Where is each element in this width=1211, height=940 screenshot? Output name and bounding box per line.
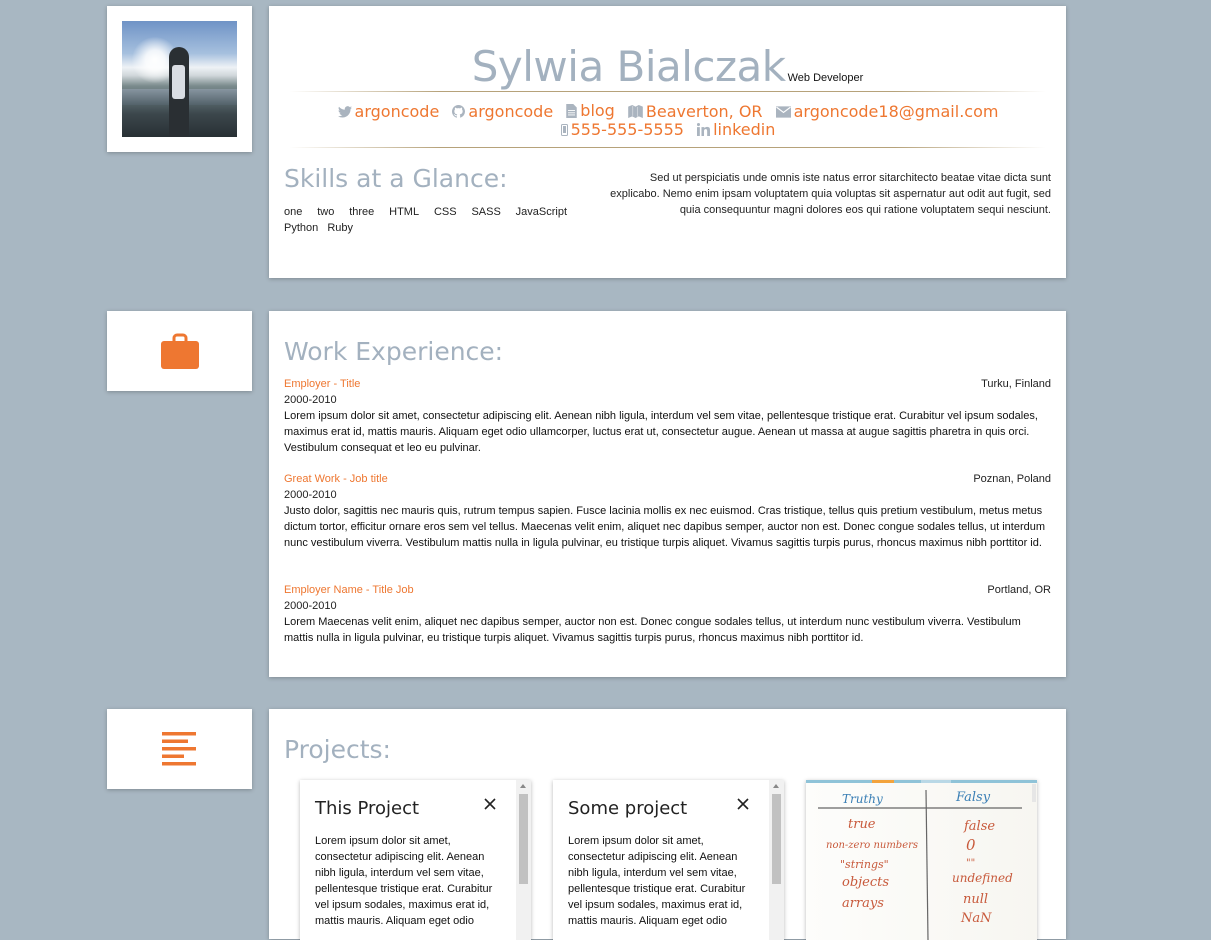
map-icon <box>628 104 643 118</box>
linkedin-label: linkedin <box>713 119 776 139</box>
project-card: This Project Lorem ipsum dolor sit amet,… <box>300 780 531 940</box>
job-title: Employer - Title <box>284 378 361 390</box>
project-description: Lorem ipsum dolor sit amet, consectetur … <box>568 835 746 927</box>
truthy-item: objects <box>842 875 889 890</box>
skill-item: CSS <box>433 206 457 218</box>
job-title: Employer Name - Title Job <box>284 584 414 596</box>
skill-item: three <box>349 206 375 218</box>
truthy-item: true <box>848 817 876 832</box>
align-left-icon <box>161 732 196 766</box>
twitter-label: argoncode <box>354 102 440 121</box>
job-entry: Employer Name - Title Job Portland, OR 2… <box>284 582 1051 646</box>
projects-card: Projects: This Project Lorem ipsum dolor… <box>269 709 1066 940</box>
divider <box>289 147 1046 148</box>
job-description: Justo dolor, sagittis nec mauris quis, r… <box>284 505 1046 549</box>
linkedin-link[interactable]: linkedin <box>697 121 775 138</box>
briefcase-icon <box>160 333 199 369</box>
projects-icon-card <box>107 709 252 789</box>
document-icon <box>566 103 578 118</box>
project-card: Some project Lorem ipsum dolor sit amet,… <box>553 780 784 940</box>
falsy-item: 0 <box>966 836 976 854</box>
truthy-item: non-zero numbers <box>826 840 918 851</box>
scrollbar[interactable] <box>516 780 531 940</box>
profile-photo-card <box>107 6 252 152</box>
twitter-icon <box>337 105 352 118</box>
blog-label: blog <box>580 101 615 120</box>
work-experience-card: Work Experience: Employer - Title Turku,… <box>269 311 1066 677</box>
job-dates: 2000-2010 <box>284 489 337 501</box>
truthy-item: arrays <box>842 896 884 911</box>
projects-title: Projects: <box>284 735 391 764</box>
phone-label: 555-555-5555 <box>570 120 684 139</box>
project-description: Lorem ipsum dolor sit amet, consectetur … <box>315 835 493 927</box>
github-link[interactable]: argoncode <box>452 103 553 120</box>
scrollbar[interactable] <box>769 780 784 940</box>
github-label: argoncode <box>468 101 554 121</box>
skills-title: Skills at a Glance: <box>284 164 508 193</box>
envelope-icon <box>775 105 791 118</box>
location-link[interactable]: Beaverton, OR <box>628 103 763 120</box>
job-description: Lorem Maecenas velit enim, aliquet nec d… <box>284 616 1021 644</box>
divider <box>289 91 1046 92</box>
falsy-header: Falsy <box>955 790 991 805</box>
job-location: Turku, Finland <box>981 378 1051 390</box>
skill-item: two <box>317 206 335 218</box>
twitter-link[interactable]: argoncode <box>337 102 440 121</box>
email-link[interactable]: argoncode18@gmail.com <box>775 102 999 121</box>
close-icon[interactable] <box>484 798 496 810</box>
falsy-item: false <box>963 819 995 834</box>
job-location: Portland, OR <box>987 584 1051 596</box>
job-entry: Great Work - Job title Poznan, Poland 20… <box>284 471 1051 551</box>
contact-links: argoncode argoncode blog Beaverton, OR a… <box>283 102 1053 139</box>
skill-item: Python <box>284 222 319 234</box>
name-row: Sylwia Bialczak Web Developer <box>269 42 1066 91</box>
blog-link[interactable]: blog <box>566 102 615 119</box>
work-title: Work Experience: <box>284 337 504 366</box>
header-card: Sylwia Bialczak Web Developer argoncode a… <box>269 6 1066 278</box>
job-description: Lorem ipsum dolor sit amet, consectetur … <box>284 410 1038 454</box>
linkedin-icon <box>697 122 711 136</box>
github-icon <box>452 104 466 118</box>
falsy-item: undefined <box>952 871 1013 885</box>
job-dates: 2000-2010 <box>284 394 337 406</box>
location-label: Beaverton, OR <box>645 101 763 121</box>
skills-list: one two three HTML CSS SASS JavaScript P… <box>284 204 573 236</box>
skill-item: Ruby <box>327 222 353 234</box>
job-role: Web Developer <box>787 72 864 84</box>
work-icon-card <box>107 311 252 391</box>
skill-item: SASS <box>471 206 501 218</box>
close-icon[interactable] <box>737 798 749 810</box>
summary-text: Sed ut perspiciatis unde omnis iste natu… <box>610 172 1051 216</box>
skill-item: HTML <box>389 206 420 218</box>
job-location: Poznan, Poland <box>973 473 1051 485</box>
truthy-item: "strings" <box>840 858 889 871</box>
project-image-card[interactable]: Truthy Falsy true non-zero numbers "stri… <box>806 780 1037 940</box>
mobile-phone-icon <box>560 123 568 136</box>
job-entry: Employer - Title Turku, Finland 2000-201… <box>284 376 1051 456</box>
truthy-falsy-whiteboard-image: Truthy Falsy true non-zero numbers "stri… <box>806 780 1037 940</box>
job-title: Great Work - Job title <box>284 473 388 485</box>
falsy-item: "" <box>966 858 975 869</box>
job-dates: 2000-2010 <box>284 600 337 612</box>
skill-item: JavaScript <box>515 206 568 218</box>
skill-item: one <box>284 206 303 218</box>
truthy-header: Truthy <box>842 792 883 806</box>
email-label: argoncode18@gmail.com <box>793 102 999 121</box>
profile-photo <box>122 21 237 137</box>
person-name: Sylwia Bialczak <box>471 42 786 91</box>
phone-link[interactable]: 555-555-5555 <box>560 120 684 139</box>
falsy-item: null <box>963 892 988 907</box>
project-title: Some project <box>568 798 688 819</box>
project-title: This Project <box>315 798 420 819</box>
